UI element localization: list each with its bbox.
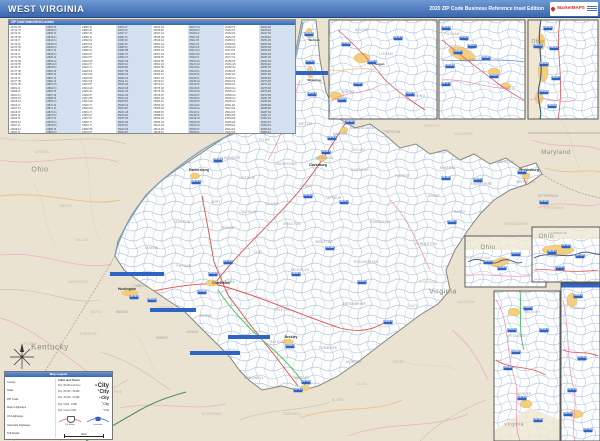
zip-column: 25107 G4 25108 H4 25109 F4 25110 F5 25111 F5… <box>187 25 224 133</box>
zip-column: 24882 J5 24884 J5 24887 J5 24888 J4 24892 K4… <box>81 25 117 134</box>
zip-entry: 24831 J4 <box>10 131 21 133</box>
cities-towns-title: Cities and Towns <box>58 379 80 382</box>
zip-entry: 25106 F3 <box>153 131 164 133</box>
population-range: Pop. 10,000 - 24,999 <box>58 397 80 400</box>
interstate-label: Interstate <box>93 423 103 426</box>
scale-rule <box>64 434 104 438</box>
us-route-label: US Route <box>65 423 75 426</box>
legend-line-list: County State ZIP Code Major Highways US … <box>7 378 55 438</box>
population-range: Pop. 5,000 - 9,999 <box>58 403 77 406</box>
legend-line-label: Interstate Highways <box>7 423 31 427</box>
zip-column: 25160 F5 25161 F5 25162 F5 25164 F5 25165 F4… <box>224 25 260 134</box>
zip-entry: 25159 F4 <box>189 131 200 133</box>
scale-bar: Miles <box>58 433 110 438</box>
us-route-sample: US Route <box>58 415 82 426</box>
title-bar: WEST VIRGINIA 2020 ZIP Code Business Ref… <box>0 0 600 18</box>
population-range: Pop. 25,000 - 49,999 <box>58 391 80 394</box>
city-sample: City <box>102 402 109 406</box>
map-title: WEST VIRGINIA <box>8 3 85 14</box>
legend-line-row: US Highways <box>7 413 23 420</box>
city-sample: City <box>103 409 109 412</box>
legend-line-row: ZIP Code <box>7 396 18 403</box>
logo-fineprint <box>586 6 597 11</box>
legend-line-row: State <box>7 387 13 394</box>
zip-column: 24834 J5 24836 K4 24839 J4 24843 K4 24844 K4… <box>44 25 81 133</box>
population-range: Pop. Under 5,000 <box>58 409 77 412</box>
city-sample: City <box>97 389 109 395</box>
zip-entry: 25243 E5 <box>225 131 236 133</box>
legend-line-label: State <box>7 389 14 393</box>
population-range: Pop. 50,000 and Over <box>58 385 81 388</box>
legend: Map Legend County State ZIP Code Major H… <box>4 371 113 440</box>
zip-entry: 24970 H7 <box>82 131 93 133</box>
publisher-name: MarketMAPS <box>557 5 585 11</box>
city-class-list: Pop. 50,000 and Over City Pop. 25,000 - … <box>58 383 110 414</box>
publisher-logo: MarketMAPS <box>550 1 598 16</box>
legend-line-label: US Highways <box>7 415 24 419</box>
zip-entry: 25043 F5 <box>117 131 128 133</box>
legend-line-row: Interstate Highways <box>7 421 31 428</box>
legend-line-row: Major Highways <box>7 404 26 411</box>
shield-samples: US Route Interstate <box>58 415 110 426</box>
city-sample: City <box>99 396 109 400</box>
interstate-sample: Interstate <box>86 415 110 426</box>
legend-line-label: Major Highways <box>7 406 27 410</box>
zip-column: 25244 E5 25245 E4 25247 D4 25248 E4 25251 E5… <box>259 25 295 133</box>
legend-line-row: Toll Roads <box>7 430 20 437</box>
zip-entry: 25306 F4 <box>260 131 271 133</box>
zip-column: 24974 J7 24976 J6 24977 J7 24981 J6 24983 J8… <box>116 25 152 133</box>
zip-index-columns: 24701 H6 24712 H7 24714 J6 24715 H5 24716 J7… <box>9 25 295 133</box>
zip-column: 25044 G5 25045 E5 25047 G4 25048 G5 25049 G4… <box>152 25 188 134</box>
legend-line-label: Toll Roads <box>7 432 20 436</box>
zip-column: 24701 H6 24712 H7 24714 J6 24715 H5 24716 J7… <box>9 25 45 134</box>
zip-entry: 24881 K4 <box>46 131 57 133</box>
legend-line-label: County <box>7 380 16 384</box>
legend-line-row: County <box>7 379 16 386</box>
zip-index-table: ZIP Code Index/Grid Locator 24701 H6 2471… <box>8 19 296 134</box>
legend-line-label: ZIP Code <box>7 397 19 401</box>
city-class-row: Pop. Under 5,000 City <box>58 408 110 414</box>
edition-label: 2020 ZIP Code Business Reference Inset E… <box>429 5 544 12</box>
map-pin-icon <box>550 5 557 12</box>
map-poster: WEST VIRGINIA 2020 ZIP Code Business Ref… <box>0 0 600 441</box>
